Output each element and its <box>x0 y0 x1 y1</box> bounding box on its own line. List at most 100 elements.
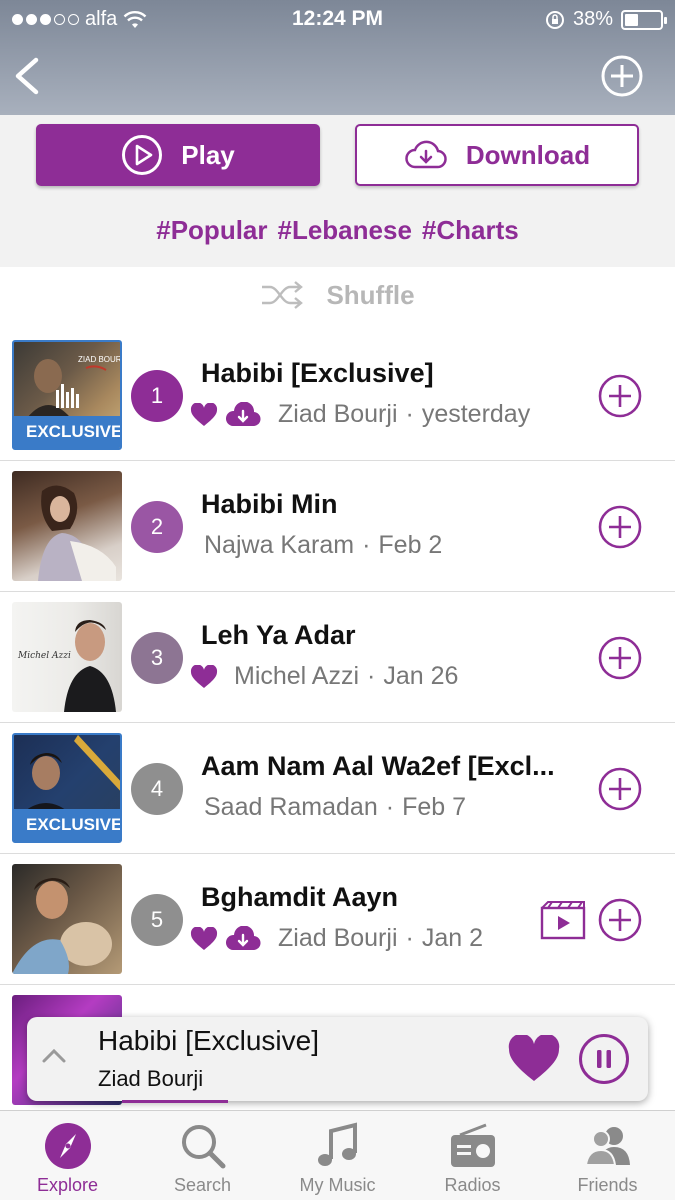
track-row[interactable]: EXCLUSIVE 4 Aam Nam Aal Wa2ef [Excl... S… <box>0 723 675 854</box>
artist-name: Ziad Bourji <box>278 400 398 428</box>
album-art <box>12 471 122 581</box>
tab-search[interactable]: Search <box>135 1111 270 1200</box>
compass-icon <box>44 1123 91 1169</box>
tag-lebanese[interactable]: #Lebanese <box>278 215 412 245</box>
track-title: Habibi [Exclusive] <box>201 358 434 388</box>
track-row[interactable]: 5 Bghamdit Aayn Ziad Bourji · Jan 2 <box>0 854 675 985</box>
playback-progress <box>122 1100 228 1103</box>
exclusive-badge: EXCLUSIVE <box>14 416 120 448</box>
rank-badge: 5 <box>131 894 183 946</box>
heart-icon <box>190 402 218 426</box>
separator: · <box>405 924 414 952</box>
rank-badge: 4 <box>131 763 183 815</box>
track-row[interactable]: Michel Azzi 3 Leh Ya Adar Michel Azzi · … <box>0 592 675 723</box>
track-meta: Ziad Bourji · yesterday <box>190 400 530 429</box>
tab-label: Explore <box>36 1175 99 1195</box>
album-art: Michel Azzi <box>12 602 122 712</box>
now-playing-artist: Ziad Bourji <box>98 1066 204 1091</box>
tag-popular[interactable]: #Popular <box>156 215 267 245</box>
rank-badge: 1 <box>131 370 183 422</box>
tab-explore[interactable]: Explore <box>0 1111 135 1200</box>
track-meta: Michel Azzi · Jan 26 <box>190 662 458 691</box>
tab-radios[interactable]: Radios <box>405 1111 540 1200</box>
downloaded-icon <box>226 401 261 426</box>
track-title: Habibi Min <box>201 489 338 519</box>
svg-text:ZIAD BOURJI: ZIAD BOURJI <box>78 355 122 364</box>
separator: · <box>385 793 395 821</box>
track-row[interactable]: 2 Habibi Min Najwa Karam · Feb 2 <box>0 461 675 592</box>
track-title: Aam Nam Aal Wa2ef [Excl... <box>201 751 555 781</box>
play-icon <box>122 135 163 175</box>
add-track-icon[interactable] <box>598 505 642 549</box>
rank-badge: 3 <box>131 632 183 684</box>
add-track-icon[interactable] <box>598 898 642 942</box>
friends-icon <box>584 1127 630 1166</box>
now-playing-title: Habibi [Exclusive] <box>98 1025 319 1056</box>
svg-text:Michel Azzi: Michel Azzi <box>17 651 71 661</box>
rotation-lock-icon <box>545 10 564 29</box>
tab-label: Friends <box>577 1175 638 1195</box>
album-art: EXCLUSIVE <box>12 733 122 843</box>
exclusive-badge: EXCLUSIVE <box>14 809 120 841</box>
download-button[interactable]: Download <box>355 124 639 186</box>
tab-label: Radios <box>444 1175 501 1195</box>
battery-icon <box>621 9 667 30</box>
downloaded-icon <box>226 925 261 950</box>
release-date: Jan 2 <box>421 924 483 952</box>
tag-list: #Popular #Lebanese #Charts <box>0 215 675 246</box>
play-label: Play <box>181 139 235 170</box>
release-date: yesterday <box>421 400 531 428</box>
add-track-icon[interactable] <box>598 767 642 811</box>
like-heart-icon[interactable] <box>507 1035 561 1083</box>
tab-label: My Music <box>299 1175 376 1195</box>
artist-name: Najwa Karam <box>204 531 355 559</box>
back-arrow-icon[interactable] <box>12 56 42 96</box>
tab-bar: Explore Search My Music Radios Friends <box>0 1110 675 1200</box>
artist-name: Ziad Bourji <box>278 924 398 952</box>
track-title: Bghamdit Aayn <box>201 882 399 912</box>
album-art: ZIAD BOURJI EXCLUSIVE <box>12 340 122 450</box>
track-meta: Ziad Bourji · Jan 2 <box>190 924 483 953</box>
track-meta: Saad Ramadan · Feb 7 <box>204 793 466 822</box>
add-track-icon[interactable] <box>598 374 642 418</box>
heart-icon <box>190 664 218 688</box>
tab-friends[interactable]: Friends <box>540 1111 675 1200</box>
add-to-playlist-icon[interactable] <box>601 55 643 97</box>
header-bar: alfa 12:24 PM 38% <box>0 0 675 115</box>
radio-icon <box>450 1123 495 1167</box>
artist-name: Saad Ramadan <box>204 793 378 821</box>
tab-label: Search <box>173 1175 232 1195</box>
shuffle-label: Shuffle <box>326 279 415 310</box>
release-date: Feb 7 <box>402 793 466 821</box>
track-title: Leh Ya Adar <box>201 620 356 650</box>
video-clip-icon[interactable] <box>540 900 586 940</box>
search-icon <box>181 1125 225 1169</box>
track-row[interactable]: ZIAD BOURJI EXCLUSIVE 1 Habibi [Exclusiv… <box>0 330 675 461</box>
shuffle-icon <box>262 281 304 309</box>
pause-icon[interactable] <box>578 1033 630 1085</box>
music-note-icon <box>317 1122 357 1166</box>
track-list: ZIAD BOURJI EXCLUSIVE 1 Habibi [Exclusiv… <box>0 330 675 1116</box>
battery-percent: 38% <box>572 8 613 30</box>
download-label: Download <box>465 139 591 170</box>
artist-name: Michel Azzi <box>234 662 360 690</box>
rank-badge: 2 <box>131 501 183 553</box>
chevron-up-icon[interactable] <box>41 1043 67 1069</box>
separator: · <box>405 400 414 428</box>
play-button[interactable]: Play <box>36 124 320 186</box>
release-date: Jan 26 <box>383 662 459 690</box>
tag-charts[interactable]: #Charts <box>422 215 519 245</box>
separator: · <box>362 531 371 559</box>
shuffle-button[interactable]: Shuffle <box>0 270 675 320</box>
heart-icon <box>190 926 218 950</box>
cloud-download-icon <box>405 140 447 169</box>
status-bar: alfa 12:24 PM 38% <box>0 0 675 38</box>
playlist-actions: Play Download #Popular #Lebanese #Charts <box>0 115 675 267</box>
separator: · <box>367 662 376 690</box>
album-art <box>12 864 122 974</box>
track-meta: Najwa Karam · Feb 2 <box>204 531 442 560</box>
release-date: Feb 2 <box>378 531 443 559</box>
add-track-icon[interactable] <box>598 636 642 680</box>
now-playing-bar[interactable]: Habibi [Exclusive] Ziad Bourji <box>27 1017 648 1101</box>
tab-my-music[interactable]: My Music <box>270 1111 405 1200</box>
